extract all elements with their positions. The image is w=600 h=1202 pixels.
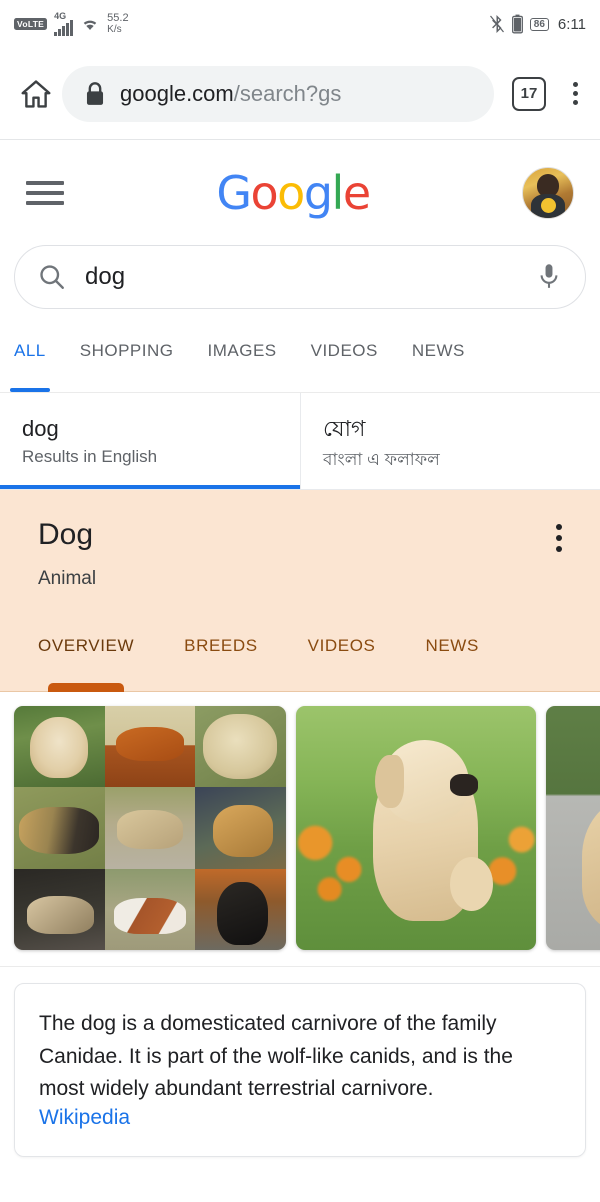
knowledge-panel: Dog Animal OVERVIEW BREEDS VIDEOS NEWS xyxy=(0,490,600,692)
browser-menu-button[interactable] xyxy=(560,82,590,105)
description-card: The dog is a domesticated carnivore of t… xyxy=(14,983,586,1157)
collage-tile xyxy=(14,868,105,950)
address-bar[interactable]: google.com/search?gs xyxy=(62,65,494,122)
network-type-label: 4G xyxy=(54,10,67,21)
more-vertical-icon xyxy=(572,82,578,87)
logo-letter: o xyxy=(250,165,279,220)
tab-all[interactable]: ALL xyxy=(10,331,50,392)
data-speed: 55.2 K/s xyxy=(107,12,129,36)
language-bengali-subtitle: বাংলা এ ফলাফল xyxy=(323,449,440,469)
lock-icon xyxy=(86,81,104,105)
status-bar-left: VoLTE 4G 55.2 K/s xyxy=(14,10,129,36)
knowledge-panel-header: Dog xyxy=(0,518,600,552)
microphone-icon[interactable] xyxy=(535,262,563,292)
collage-tile xyxy=(14,787,105,869)
clock-time: 6:11 xyxy=(557,15,586,33)
tab-images[interactable]: IMAGES xyxy=(208,331,277,392)
collage-tile xyxy=(195,868,286,950)
google-logo[interactable]: Google xyxy=(216,165,371,220)
tab-counter-button[interactable]: 17 xyxy=(512,76,546,111)
collage-tile xyxy=(104,868,196,950)
image-carousel[interactable] xyxy=(0,692,600,967)
language-toggle-strip: dog Results in English যোগ বাংলা এ ফলাফল xyxy=(0,393,600,490)
hamburger-menu-button[interactable] xyxy=(26,180,64,205)
avatar[interactable] xyxy=(521,166,574,219)
dog-breeds-collage[interactable] xyxy=(14,706,286,950)
knowledge-panel-subtitle: Animal xyxy=(38,568,97,589)
collage-tile xyxy=(195,787,286,869)
battery-icon xyxy=(511,14,523,34)
search-row: dog xyxy=(0,245,600,331)
more-vertical-icon xyxy=(556,524,562,530)
home-icon xyxy=(21,79,51,108)
logo-letter: o xyxy=(277,165,305,220)
bluetooth-icon xyxy=(489,14,505,34)
status-bar: VoLTE 4G 55.2 K/s 86 6:11 xyxy=(0,0,600,48)
dog-on-path-photo[interactable] xyxy=(546,706,600,950)
logo-letter: G xyxy=(216,165,252,220)
status-bar-right: 86 6:11 xyxy=(489,14,586,34)
page-title: Dog xyxy=(38,518,94,551)
data-speed-unit: K/s xyxy=(107,24,122,35)
search-query-text: dog xyxy=(85,263,126,290)
kp-tab-news[interactable]: NEWS xyxy=(425,634,478,691)
battery-percent: 86 xyxy=(529,17,549,31)
language-english-subtitle: Results in English xyxy=(22,446,158,466)
home-button[interactable] xyxy=(10,77,62,111)
url-path: /search?gs xyxy=(233,80,342,106)
data-speed-value: 55.2 xyxy=(107,12,129,24)
hamburger-menu-icon xyxy=(26,180,64,185)
collage-tile xyxy=(195,706,286,788)
tab-news[interactable]: NEWS xyxy=(412,331,465,392)
google-header: Google xyxy=(0,140,600,245)
knowledge-panel-tabs: OVERVIEW BREEDS VIDEOS NEWS xyxy=(0,634,600,692)
tab-shopping[interactable]: SHOPPING xyxy=(80,331,174,392)
golden-retriever-puppy-photo[interactable] xyxy=(296,706,536,950)
language-option-bengali[interactable]: যোগ বাংলা এ ফলাফল xyxy=(300,393,600,489)
language-english-title: dog xyxy=(22,416,59,441)
language-option-english[interactable]: dog Results in English xyxy=(0,393,300,489)
volte-badge: VoLTE xyxy=(14,18,48,30)
collage-tile xyxy=(104,787,196,869)
result-tabs: ALL SHOPPING IMAGES VIDEOS NEWS xyxy=(0,331,600,393)
url-domain: google.com xyxy=(120,80,234,106)
url-text: google.com/search?gs xyxy=(120,81,341,107)
search-results-page: Google dog ALL SHOPPING IMAGES VIDEOS NE… xyxy=(0,140,600,1173)
description-section: The dog is a domesticated carnivore of t… xyxy=(0,967,600,1173)
search-input[interactable]: dog xyxy=(14,245,586,309)
collage-tile xyxy=(104,706,196,788)
kp-tab-breeds[interactable]: BREEDS xyxy=(184,634,258,691)
description-text: The dog is a domesticated carnivore of t… xyxy=(39,1012,513,1101)
search-icon xyxy=(40,265,64,289)
knowledge-panel-menu-button[interactable] xyxy=(556,518,562,552)
collage-tile xyxy=(14,706,105,788)
language-bengali-title: যোগ xyxy=(323,416,366,441)
tab-videos[interactable]: VIDEOS xyxy=(311,331,378,392)
logo-letter: e xyxy=(342,165,371,220)
kp-tab-videos[interactable]: VIDEOS xyxy=(308,634,376,691)
browser-toolbar: google.com/search?gs 17 xyxy=(0,48,600,140)
logo-letter: g xyxy=(303,165,333,220)
logo-letter: l xyxy=(331,165,345,220)
signal-bars-icon: 4G xyxy=(54,10,74,36)
kp-tab-overview[interactable]: OVERVIEW xyxy=(38,634,134,692)
wifi-icon xyxy=(80,16,100,32)
wikipedia-link[interactable]: Wikipedia xyxy=(39,1106,130,1129)
